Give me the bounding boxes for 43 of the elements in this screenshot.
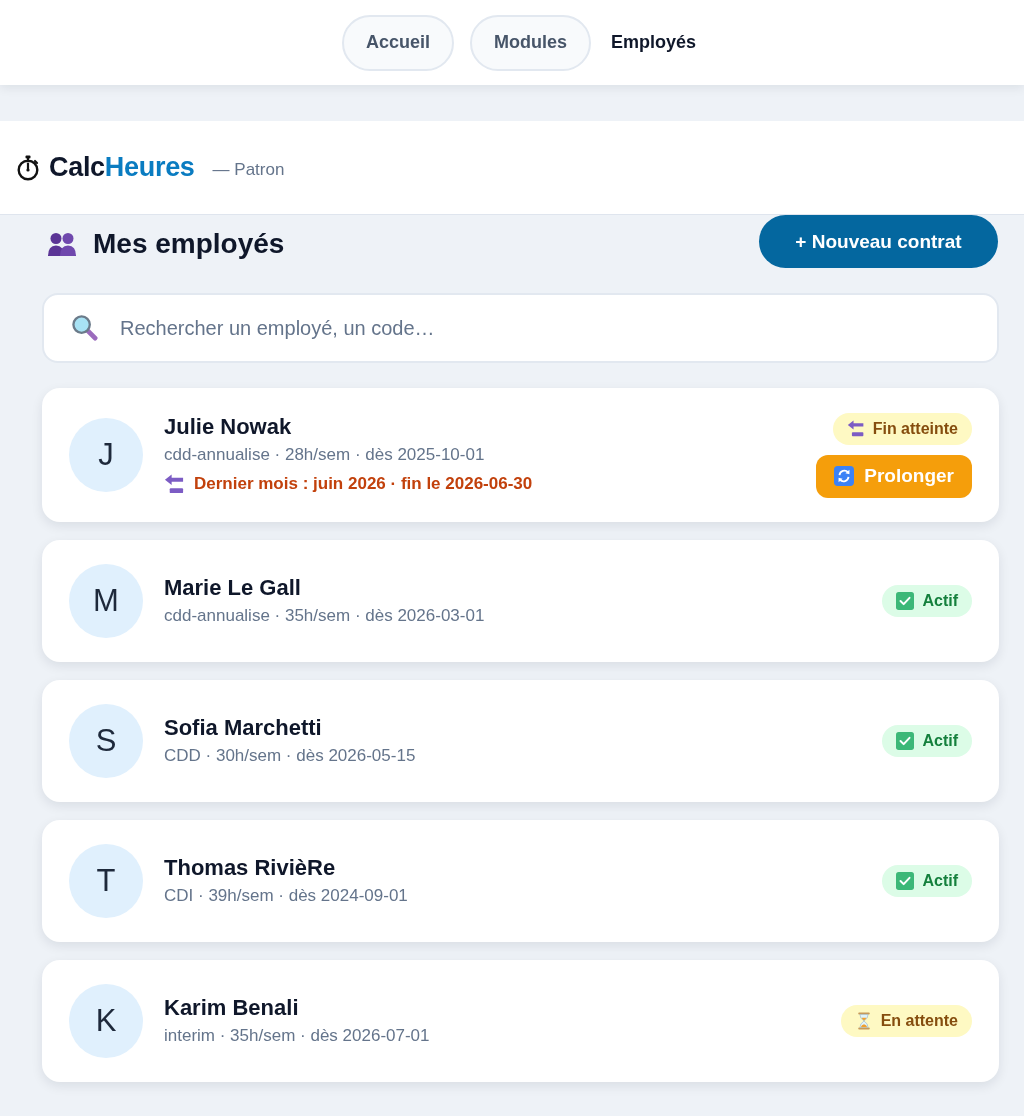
status-label: Fin atteinte <box>872 419 958 438</box>
refresh-icon <box>834 466 855 486</box>
employee-avatar: T <box>69 844 143 918</box>
employee-card[interactable]: M Marie Le Gall cdd-annualise · 35h/sem · dès 2026-03-01 Actif <box>42 540 999 662</box>
back-arrow-icon <box>164 473 185 495</box>
employee-details: CDI · 39h/sem · dès 2024-09-01 <box>164 885 409 907</box>
employee-card[interactable]: T Thomas RivièRe CDI · 39h/sem · dès 2024-09-01 Actif <box>42 820 999 942</box>
employee-card[interactable]: J Julie Nowak cdd-annualise · 28h/sem · dès 2025-10-01 Dernier mois : juin 2026 · fin le 2026-06-30 Fin atteinte Prolonger <box>42 388 999 522</box>
search-field[interactable]: Rechercher un employé, un code… <box>42 293 999 363</box>
employee-card[interactable]: K Karim Benali interim · 35h/sem · dès 2026-07-01 En attente <box>42 960 999 1082</box>
employee-avatar: M <box>69 564 143 638</box>
employee-name: Thomas RivièRe <box>164 854 337 882</box>
back-arrow-icon <box>846 419 865 438</box>
new-contract-button[interactable]: + Nouveau contrat <box>759 215 998 268</box>
employee-avatar: S <box>69 704 143 778</box>
status-label: Actif <box>922 592 958 610</box>
employee-name: Julie Nowak <box>164 413 293 441</box>
check-icon <box>896 732 915 750</box>
check-icon <box>896 872 915 890</box>
employee-details: cdd-annualise · 35h/sem · dès 2026-03-01 <box>164 605 486 627</box>
employee-details: cdd-annualise · 28h/sem · dès 2025-10-01 <box>164 444 486 466</box>
employee-card[interactable]: S Sofia Marchetti CDD · 30h/sem · dès 2026-05-15 Actif <box>42 680 999 802</box>
employee-avatar: K <box>69 984 143 1058</box>
check-icon <box>896 592 915 610</box>
status-label: En attente <box>880 1012 958 1030</box>
status-label: Actif <box>922 872 958 890</box>
employee-name: Sofia Marchetti <box>164 714 323 742</box>
nav-tab[interactable]: Accueil <box>341 14 454 71</box>
people-icon <box>47 230 77 257</box>
status-label: Actif <box>922 732 958 750</box>
employee-name: Karim Benali <box>164 994 300 1022</box>
page-title: Mes employés <box>93 227 285 260</box>
app-logo-text: CalcHeures <box>49 152 195 183</box>
employee-details: CDD · 30h/sem · dès 2026-05-15 <box>164 745 417 767</box>
nav-tab[interactable]: Employés <box>607 14 701 71</box>
role-label: — Patron <box>212 159 285 180</box>
nav-tab[interactable]: Modules <box>470 14 591 71</box>
search-icon <box>71 314 98 341</box>
contract-end-warning: Dernier mois : juin 2026 · fin le 2026-06-30 <box>194 473 533 495</box>
stopwatch-icon <box>16 154 40 181</box>
employee-details: interim · 35h/sem · dès 2026-07-01 <box>164 1025 431 1047</box>
employee-avatar: J <box>69 418 143 492</box>
employee-name: Marie Le Gall <box>164 574 302 602</box>
